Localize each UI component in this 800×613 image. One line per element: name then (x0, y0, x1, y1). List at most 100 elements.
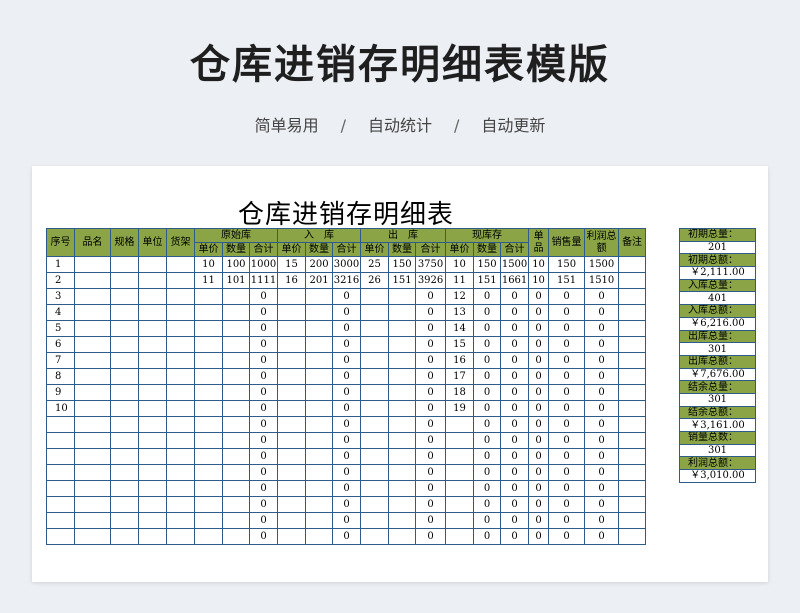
table-cell[interactable]: 0 (332, 352, 362, 369)
table-cell[interactable]: 0 (332, 464, 362, 481)
table-cell[interactable]: 0 (584, 288, 620, 305)
table-cell[interactable]: 0 (415, 304, 447, 321)
table-cell[interactable] (194, 464, 223, 481)
table-cell[interactable]: 1500 (584, 256, 620, 273)
table-cell[interactable]: 0 (528, 320, 550, 337)
table-cell[interactable] (222, 288, 250, 305)
table-cell[interactable]: 9 (46, 384, 75, 401)
table-cell[interactable]: 0 (528, 352, 550, 369)
table-cell[interactable] (388, 512, 417, 529)
table-cell[interactable]: 0 (528, 416, 550, 433)
table-cell[interactable] (277, 528, 307, 545)
table-cell[interactable]: 0 (584, 368, 620, 385)
table-cell[interactable] (277, 352, 307, 369)
table-cell[interactable]: 0 (500, 400, 530, 417)
table-cell[interactable] (388, 320, 417, 337)
table-cell[interactable]: 0 (473, 448, 502, 465)
table-cell[interactable]: 15 (277, 256, 307, 273)
table-cell[interactable] (222, 400, 250, 417)
table-cell[interactable] (388, 464, 417, 481)
table-cell[interactable]: 0 (500, 512, 530, 529)
table-cell[interactable]: 0 (415, 448, 447, 465)
table-cell[interactable] (74, 512, 111, 529)
table-cell[interactable] (277, 368, 307, 385)
table-cell[interactable] (138, 384, 167, 401)
table-cell[interactable]: 150 (473, 256, 502, 273)
table-cell[interactable]: 0 (332, 400, 362, 417)
table-cell[interactable]: 200 (305, 256, 334, 273)
table-cell[interactable] (305, 304, 334, 321)
table-cell[interactable] (618, 512, 647, 529)
table-cell[interactable] (618, 416, 647, 433)
table-cell[interactable] (222, 448, 250, 465)
table-cell[interactable]: 0 (548, 352, 586, 369)
table-cell[interactable] (277, 288, 307, 305)
table-cell[interactable]: 0 (415, 496, 447, 513)
table-cell[interactable]: 0 (548, 512, 586, 529)
table-cell[interactable]: 0 (332, 336, 362, 353)
table-cell[interactable] (166, 400, 195, 417)
table-cell[interactable] (74, 496, 111, 513)
table-cell[interactable]: 0 (548, 400, 586, 417)
summary-value[interactable]: ￥3,010.00 (679, 469, 756, 483)
table-cell[interactable] (166, 480, 195, 497)
table-cell[interactable] (277, 400, 307, 417)
table-cell[interactable] (194, 288, 223, 305)
table-cell[interactable]: 0 (248, 496, 279, 513)
table-cell[interactable]: 10 (528, 272, 550, 289)
table-cell[interactable] (110, 352, 139, 369)
table-cell[interactable]: 18 (445, 384, 475, 401)
table-cell[interactable] (138, 512, 167, 529)
table-cell[interactable]: 0 (548, 528, 586, 545)
table-cell[interactable] (277, 512, 307, 529)
table-cell[interactable]: 10 (528, 256, 550, 273)
table-cell[interactable] (388, 336, 417, 353)
table-cell[interactable]: 0 (548, 384, 586, 401)
table-cell[interactable]: 0 (415, 512, 447, 529)
table-cell[interactable] (194, 512, 223, 529)
table-cell[interactable] (194, 528, 223, 545)
table-cell[interactable]: 11 (194, 272, 223, 289)
table-cell[interactable]: 0 (473, 368, 502, 385)
table-cell[interactable]: 0 (248, 368, 279, 385)
table-cell[interactable] (166, 464, 195, 481)
table-cell[interactable]: 150 (388, 256, 417, 273)
table-cell[interactable] (166, 336, 195, 353)
table-cell[interactable] (166, 256, 195, 273)
table-cell[interactable]: 26 (360, 272, 390, 289)
table-cell[interactable]: 0 (415, 352, 447, 369)
table-cell[interactable] (388, 448, 417, 465)
table-cell[interactable]: 0 (584, 480, 620, 497)
table-cell[interactable] (305, 352, 334, 369)
table-cell[interactable]: 0 (248, 320, 279, 337)
table-cell[interactable]: 0 (332, 320, 362, 337)
table-cell[interactable] (360, 336, 390, 353)
table-cell[interactable] (46, 528, 75, 545)
table-cell[interactable] (222, 432, 250, 449)
table-cell[interactable]: 0 (415, 384, 447, 401)
table-cell[interactable]: 150 (548, 256, 586, 273)
table-cell[interactable]: 0 (584, 416, 620, 433)
table-cell[interactable]: 0 (332, 496, 362, 513)
table-cell[interactable]: 0 (332, 416, 362, 433)
table-cell[interactable]: 0 (528, 336, 550, 353)
table-cell[interactable]: 0 (528, 464, 550, 481)
table-cell[interactable]: 0 (548, 288, 586, 305)
table-cell[interactable] (74, 304, 111, 321)
table-cell[interactable] (166, 304, 195, 321)
table-cell[interactable] (360, 480, 390, 497)
table-cell[interactable]: 12 (445, 288, 475, 305)
summary-value[interactable]: ￥3,161.00 (679, 418, 756, 432)
table-cell[interactable] (305, 496, 334, 513)
table-cell[interactable] (305, 448, 334, 465)
table-cell[interactable] (360, 432, 390, 449)
table-cell[interactable] (277, 320, 307, 337)
table-cell[interactable]: 0 (473, 384, 502, 401)
table-cell[interactable] (138, 336, 167, 353)
table-cell[interactable] (74, 256, 111, 273)
table-cell[interactable] (110, 480, 139, 497)
table-cell[interactable] (305, 368, 334, 385)
table-cell[interactable] (445, 416, 475, 433)
summary-value[interactable]: 301 (679, 342, 756, 356)
table-cell[interactable]: 0 (584, 320, 620, 337)
